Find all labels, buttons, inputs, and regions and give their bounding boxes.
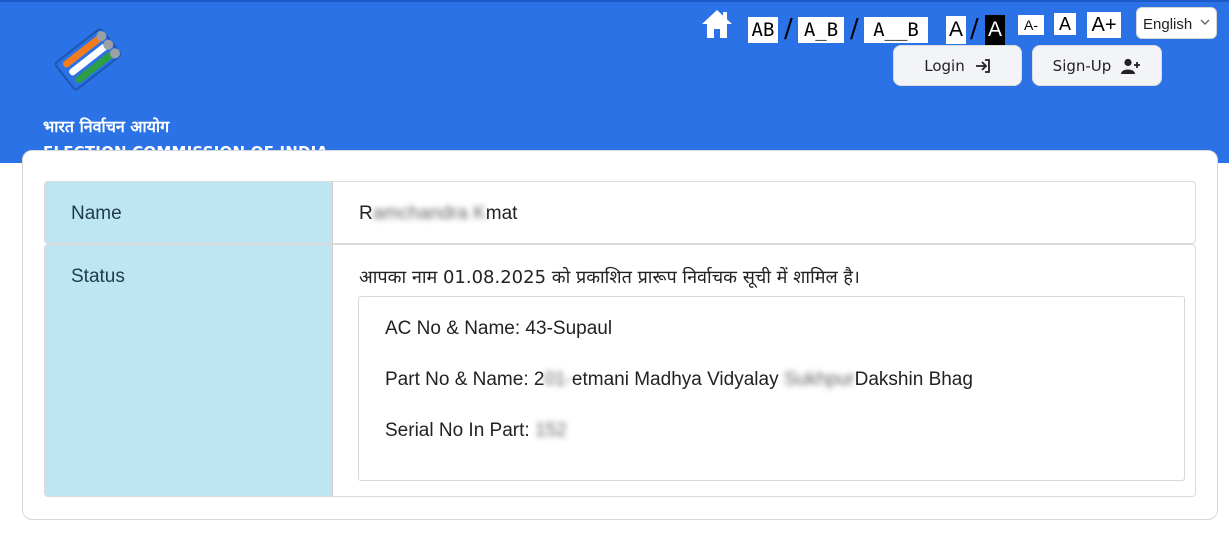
- separator-slash: /: [970, 14, 979, 44]
- contrast-high-button[interactable]: A: [985, 15, 1005, 45]
- login-button[interactable]: Login: [893, 45, 1022, 86]
- name-value-start: R: [359, 203, 373, 224]
- sign-in-icon: [975, 58, 990, 73]
- redacted-part-name: Sukhpur: [783, 369, 855, 390]
- status-label: Status: [45, 245, 333, 496]
- org-name-hindi: भारत निर्वाचन आयोग: [43, 117, 170, 136]
- login-button-label: Login: [924, 56, 965, 75]
- font-increase-button[interactable]: A+: [1087, 12, 1121, 38]
- part-name-mid: etmani Madhya Vidyalay: [571, 369, 779, 390]
- text-spacing-medium-button[interactable]: A_B: [798, 17, 844, 43]
- home-icon[interactable]: [700, 8, 734, 40]
- serial-label: Serial No In Part:: [385, 420, 530, 441]
- text-spacing-normal-button[interactable]: AB: [748, 17, 778, 43]
- name-label: Name: [45, 182, 333, 243]
- part-label: Part No & Name: 2: [385, 369, 545, 390]
- redacted-serial-number: 152: [534, 420, 567, 441]
- separator-slash: /: [850, 14, 859, 44]
- serial-no-text: Serial No In Part: 152: [385, 420, 567, 442]
- language-select-value: English: [1143, 16, 1193, 33]
- font-normal-button[interactable]: A: [1054, 13, 1076, 35]
- contrast-normal-button[interactable]: A: [946, 16, 966, 44]
- add-user-icon: [1121, 58, 1141, 74]
- part-name-text: Part No & Name: 201-etmani Madhya Vidyal…: [385, 369, 973, 391]
- separator-slash: /: [784, 14, 793, 44]
- language-select[interactable]: English: [1136, 7, 1217, 39]
- site-header: भारत निर्वाचन आयोग ELECTION COMMISSION O…: [0, 0, 1229, 163]
- eci-logo-icon[interactable]: [44, 14, 128, 94]
- redacted-part-number: 01-: [544, 369, 572, 390]
- name-row: Name Ramchandra Kmat: [44, 181, 1196, 244]
- polling-details-box: AC No & Name: 43-Supaul Part No & Name: …: [358, 296, 1185, 481]
- signup-button-label: Sign-Up: [1052, 56, 1112, 75]
- name-value-end: mat: [485, 203, 518, 224]
- name-value: Ramchandra Kmat: [333, 182, 1195, 243]
- redacted-name-part: amchandra K: [372, 203, 486, 224]
- font-decrease-button[interactable]: A-: [1018, 15, 1044, 35]
- text-spacing-wide-button[interactable]: A__B: [864, 17, 928, 43]
- part-name-end: Dakshin Bhag: [854, 369, 973, 390]
- signup-button[interactable]: Sign-Up: [1032, 45, 1162, 86]
- ac-name-text: AC No & Name: 43-Supaul: [385, 318, 613, 339]
- chevron-down-icon: [1200, 19, 1210, 25]
